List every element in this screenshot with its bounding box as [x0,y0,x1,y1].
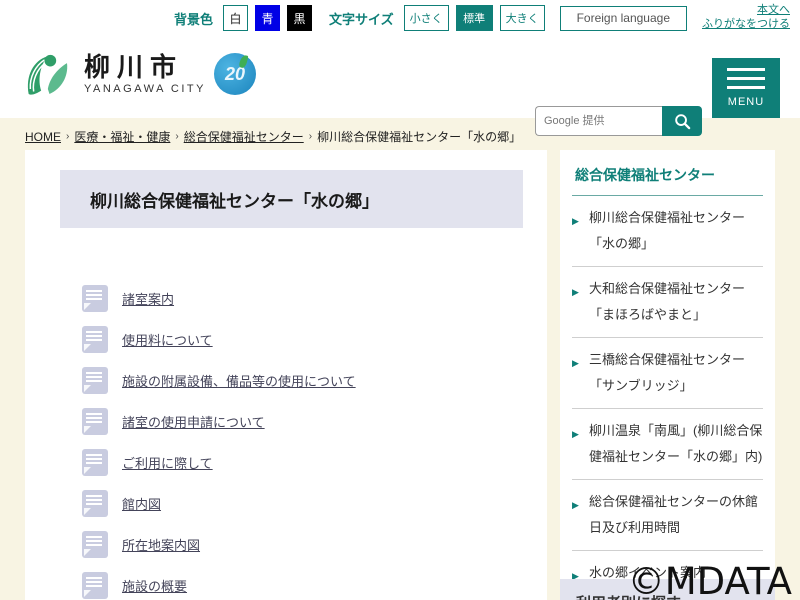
breadcrumb-separator: › [309,131,312,142]
search-input[interactable] [535,106,662,136]
list-item[interactable]: 館内図 [82,483,547,524]
triangle-icon: ▶ [572,418,589,470]
triangle-icon: ▶ [572,276,589,328]
foreign-language-button[interactable]: Foreign language [560,6,687,31]
document-icon [82,408,108,435]
font-size-label: 文字サイズ [329,9,394,28]
menu-button-label: MENU [728,96,764,108]
sidebar-title: 総合保健福祉センター [572,150,763,195]
content-link[interactable]: 諸室案内 [122,289,174,308]
breadcrumb-home-link[interactable]: HOME [25,130,61,144]
document-icon [82,572,108,599]
content-link[interactable]: 諸室の使用申請について [122,412,265,431]
page-title: 柳川総合保健福祉センター「水の郷」 [90,187,379,212]
document-icon [82,449,108,476]
list-item[interactable]: 諸室案内 [82,278,547,319]
breadcrumb: HOME › 医療・福祉・健康 › 総合保健福祉センター › 柳川総合保健福祉セ… [25,128,521,145]
background-color-label: 背景色 [174,9,213,28]
document-link-list: 諸室案内 使用料について 施設の附属設備、備品等の使用について 諸室の使用申請に… [25,278,547,600]
document-icon [82,490,108,517]
search-button[interactable] [662,106,702,136]
hamburger-icon [727,68,765,89]
list-item[interactable]: 諸室の使用申請について [82,401,547,442]
menu-button[interactable]: MENU [712,58,780,118]
page-title-box: 柳川総合保健福祉センター「水の郷」 [60,170,523,228]
sidebar-item[interactable]: ▶ 総合保健福祉センターの休館日及び利用時間 [572,480,763,551]
sidebar-item[interactable]: ▶ 柳川総合保健福祉センター「水の郷」 [572,196,763,267]
bg-blue-button[interactable]: 青 [255,5,280,31]
city-logo-icon [22,50,72,98]
triangle-icon: ▶ [572,205,589,257]
breadcrumb-separator: › [66,131,69,142]
list-item[interactable]: 施設の附属設備、備品等の使用について [82,360,547,401]
font-larger-button[interactable]: 大きく [500,5,545,31]
bg-white-button[interactable]: 白 [223,5,248,31]
document-icon [82,531,108,558]
topbar-links: 本文へ ふりがなをつける [702,4,790,32]
skip-to-content-link[interactable]: 本文へ [757,4,790,18]
content-link[interactable]: 使用料について [122,330,213,349]
sidebar-item-label: 総合保健福祉センターの休館日及び利用時間 [589,489,763,541]
sidebar-item[interactable]: ▶ 三橋総合保健福祉センター「サンブリッジ」 [572,338,763,409]
site-header: 柳川市 YANAGAWA CITY 20 MENU [0,36,800,118]
site-name-en: YANAGAWA CITY [84,83,206,95]
sidebar-item-label: 大和総合保健福祉センター「まほろばやまと」 [589,276,763,328]
list-item[interactable]: 施設の概要 [82,565,547,600]
badge-leaf-icon [238,54,248,68]
breadcrumb-separator: › [175,131,178,142]
document-icon [82,367,108,394]
main-content: 柳川総合保健福祉センター「水の郷」 諸室案内 使用料について 施設の附属設備、備… [25,150,547,600]
triangle-icon: ▶ [572,489,589,541]
site-name: 柳川市 [84,53,206,82]
font-smaller-button[interactable]: 小さく [404,5,449,31]
breadcrumb-category-link[interactable]: 医療・福祉・健康 [74,128,170,145]
accessibility-bar: 背景色 白 青 黒 文字サイズ 小さく 標準 大きく Foreign langu… [0,0,800,36]
sidebar-item[interactable]: ▶ 大和総合保健福祉センター「まほろばやまと」 [572,267,763,338]
sidebar-item-label: 三橋総合保健福祉センター「サンブリッジ」 [589,347,763,399]
list-item[interactable]: ご利用に際して [82,442,547,483]
anniversary-badge-icon: 20 [214,53,256,95]
document-icon [82,326,108,353]
sidebar: 総合保健福祉センター ▶ 柳川総合保健福祉センター「水の郷」 ▶ 大和総合保健福… [560,150,775,600]
content-link[interactable]: 所在地案内図 [122,535,200,554]
triangle-icon: ▶ [572,347,589,399]
content-link[interactable]: 館内図 [122,494,161,513]
bg-black-button[interactable]: 黒 [287,5,312,31]
breadcrumb-section-link[interactable]: 総合保健福祉センター [184,128,304,145]
font-standard-button[interactable]: 標準 [456,5,493,31]
sidebar-item-label: 柳川総合保健福祉センター「水の郷」 [589,205,763,257]
site-logo[interactable]: 柳川市 YANAGAWA CITY 20 [22,50,256,98]
content-link[interactable]: 施設の附属設備、備品等の使用について [122,371,356,390]
list-item[interactable]: 所在地案内図 [82,524,547,565]
list-item[interactable]: 使用料について [82,319,547,360]
site-search [535,106,702,136]
sidebar-item-label: 柳川温泉「南風」(柳川総合保健福祉センター「水の郷」内) [589,418,763,470]
document-icon [82,285,108,312]
brand-name: 柳川市 YANAGAWA CITY [84,53,206,95]
breadcrumb-current-page: 柳川総合保健福祉センター「水の郷」 [317,128,521,145]
sidebar-item[interactable]: ▶ 柳川温泉「南風」(柳川総合保健福祉センター「水の郷」内) [572,409,763,480]
furigana-link[interactable]: ふりがなをつける [702,18,790,32]
content-link[interactable]: ご利用に際して [122,453,213,472]
search-icon [674,113,691,130]
watermark: ©MDATA [628,563,792,600]
content-link[interactable]: 施設の概要 [122,576,187,595]
